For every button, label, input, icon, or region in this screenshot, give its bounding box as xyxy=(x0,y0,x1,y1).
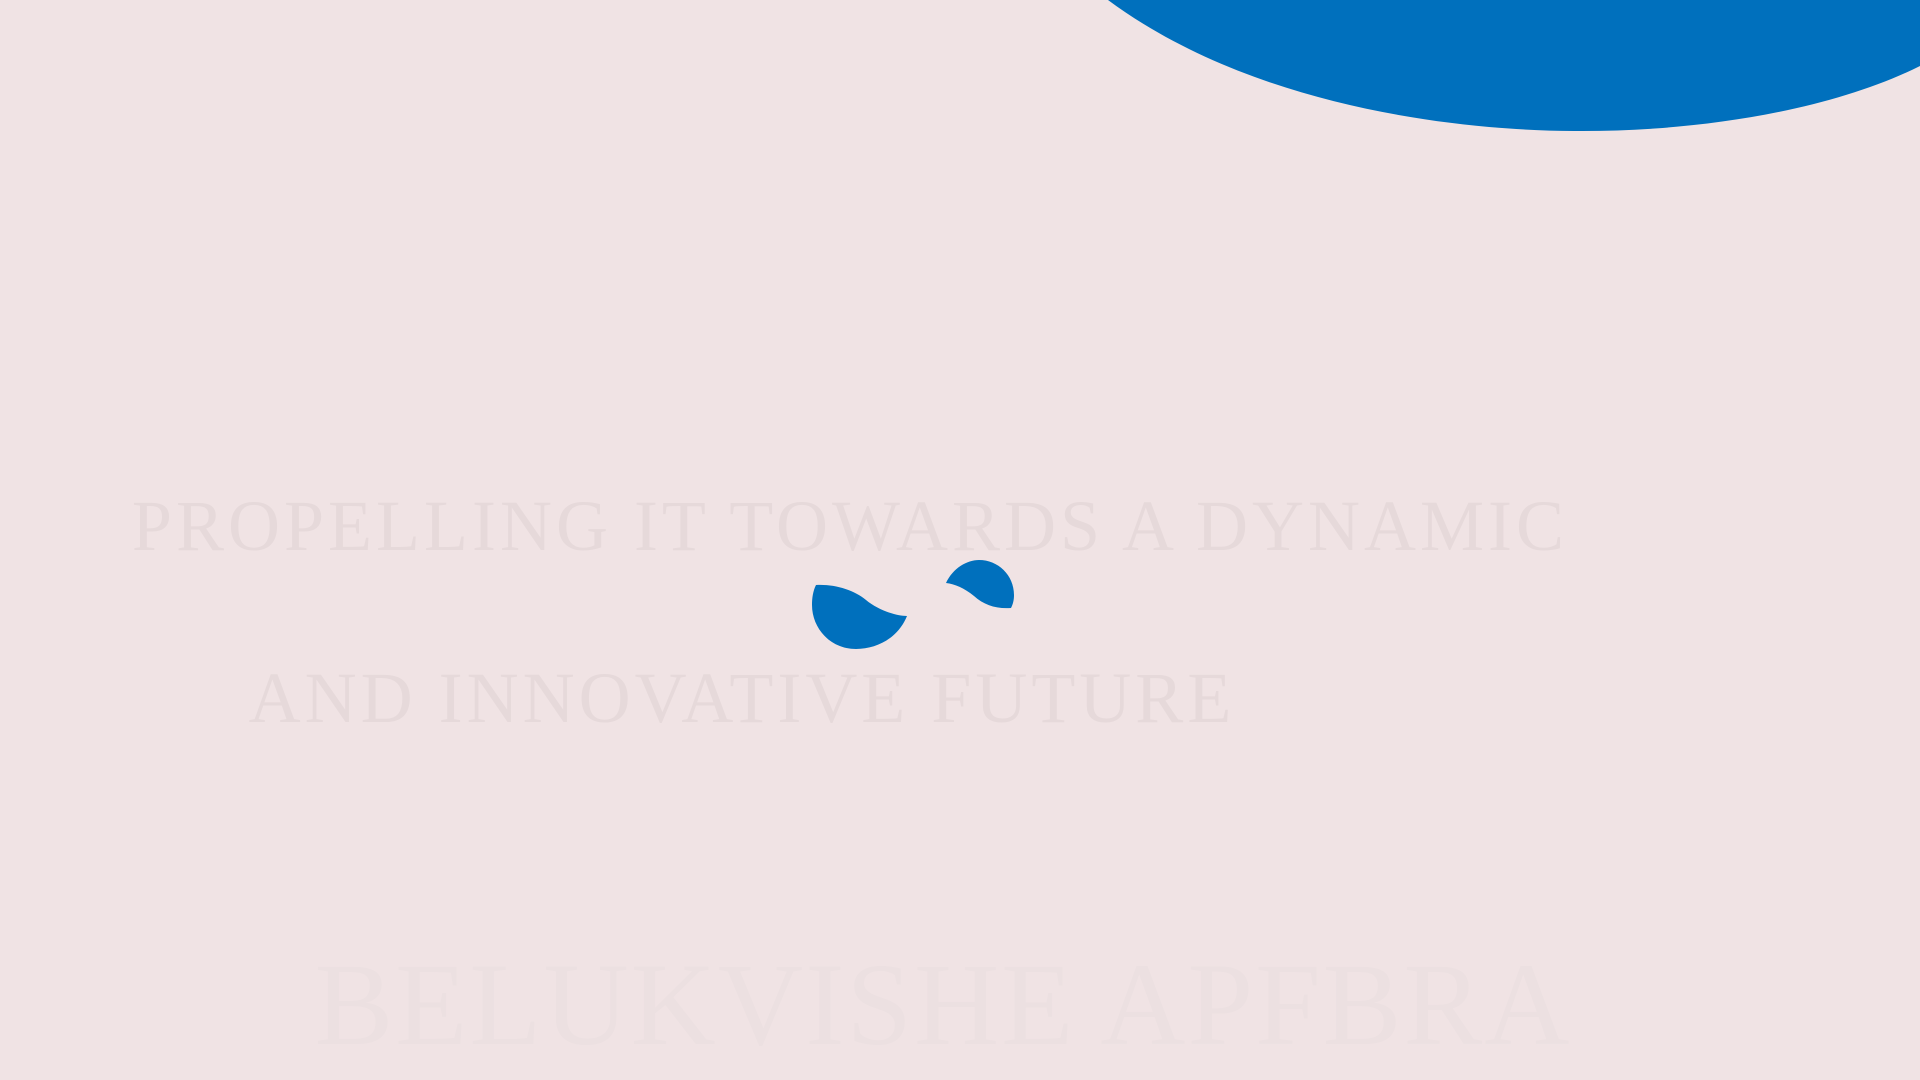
faint-watermark-text: BELUKVISHE APFBRA xyxy=(314,939,1572,1070)
slide: PROPELLING IT TOWARDS A DYNAMIC AND INNO… xyxy=(0,0,1920,1080)
headline-line-2: AND INNOVATIVE FUTURE xyxy=(248,658,1236,738)
infinity-logo-icon xyxy=(812,560,1014,649)
